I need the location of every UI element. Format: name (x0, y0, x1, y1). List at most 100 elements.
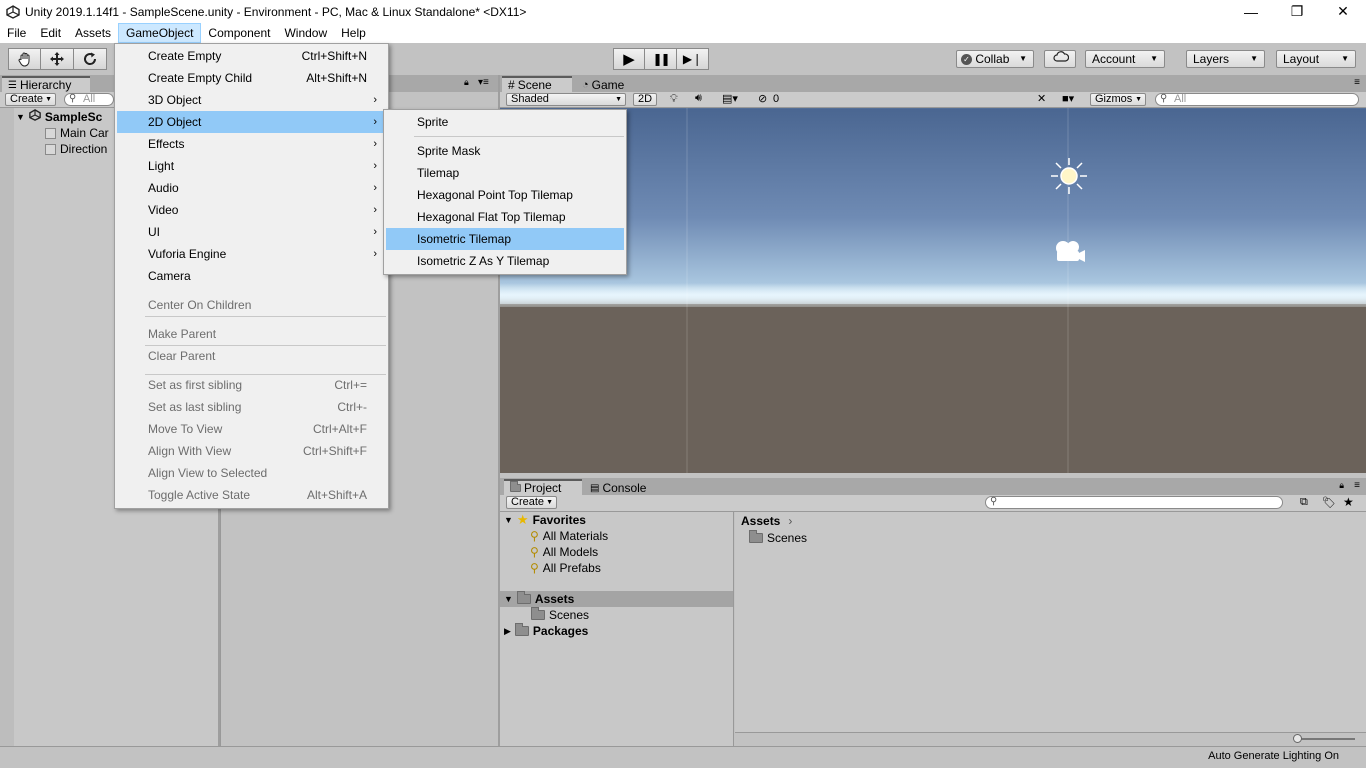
menu-item-effects[interactable]: Effects › (117, 133, 386, 155)
menu-file[interactable]: File (0, 23, 33, 43)
favorite-item[interactable]: ⚲ All Models (530, 544, 598, 560)
menu-item-video[interactable]: Video › (117, 199, 386, 221)
expand-arrow-icon[interactable]: ▼ (504, 512, 513, 528)
project-search-input[interactable]: ⚲ (985, 496, 1283, 509)
menu-item-shortcut: Ctrl+= (334, 378, 367, 392)
submenu-item-tilemap[interactable]: Tilemap (386, 162, 624, 184)
project-create-dropdown[interactable]: Create ▼ (506, 496, 557, 509)
menu-item-set-as-first-sibling[interactable]: Set as first sibling Ctrl+= (117, 374, 386, 396)
menu-item-3d-object[interactable]: 3D Object › (117, 89, 386, 111)
filter-by-type-icon[interactable]: ⧉ (1300, 496, 1308, 509)
menu-item-camera[interactable]: Camera (117, 265, 386, 287)
play-button[interactable]: ▶ (613, 48, 645, 70)
panel-menu-icon[interactable]: ▾≡ (478, 77, 489, 88)
menu-item-label: Make Parent (148, 327, 217, 341)
hand-tool-icon[interactable] (8, 48, 41, 70)
menu-item-create-empty-child[interactable]: Create Empty Child Alt+Shift+N (117, 67, 386, 89)
lock-icon[interactable]: 🔒︎ (1339, 480, 1344, 491)
pause-button[interactable]: ❚❚ (645, 48, 677, 70)
menu-item-light[interactable]: Light › (117, 155, 386, 177)
menu-item-center-on-children[interactable]: Center On Children (117, 294, 386, 316)
layout-dropdown[interactable]: Layout ▼ (1276, 50, 1356, 68)
breadcrumb[interactable]: Assets › (741, 513, 792, 529)
menu-item-ui[interactable]: UI › (117, 221, 386, 243)
slider-handle[interactable] (1293, 734, 1302, 743)
tab-scene[interactable]: # Scene (502, 76, 572, 92)
toggle-2d-button[interactable]: 2D (633, 93, 657, 106)
tab-hierarchy[interactable]: ☰ Hierarchy (2, 76, 90, 92)
menu-component[interactable]: Component (201, 23, 277, 43)
filter-by-label-icon[interactable]: 🏷︎ (1322, 496, 1336, 509)
tab-project[interactable]: Project (504, 479, 582, 495)
scenes-folder-row[interactable]: Scenes (531, 607, 589, 623)
rotate-tool-icon[interactable] (74, 48, 107, 70)
effects-icon[interactable]: ▤▾ (722, 92, 738, 105)
favorite-item[interactable]: ⚲ All Prefabs (530, 560, 601, 576)
tab-game[interactable]: ◔ Game (576, 76, 640, 92)
favorites-row[interactable]: ▼ ★ Favorites (504, 512, 586, 528)
panel-menu-icon[interactable]: ≡ (1354, 77, 1360, 88)
hierarchy-item[interactable]: Main Car (45, 125, 109, 141)
menu-item-2d-object[interactable]: 2D Object › (117, 111, 386, 133)
submenu-item-hexagonal-flat-top-tilemap[interactable]: Hexagonal Flat Top Tilemap (386, 206, 624, 228)
tab-console[interactable]: ▤ Console (584, 479, 664, 495)
directional-light-icon[interactable] (1049, 156, 1089, 196)
favorite-item[interactable]: ⚲ All Materials (530, 528, 608, 544)
menu-item-clear-parent[interactable]: Clear Parent (117, 345, 386, 367)
menu-item-move-to-view[interactable]: Move To View Ctrl+Alt+F (117, 418, 386, 440)
menu-item-align-with-view[interactable]: Align With View Ctrl+Shift+F (117, 440, 386, 462)
assets-folder-row[interactable]: ▼ Assets (500, 591, 733, 607)
menu-item-align-view-to-selected[interactable]: Align View to Selected (117, 462, 386, 484)
scene-row[interactable]: ▼ SampleSc (16, 109, 102, 125)
close-button[interactable]: ✕ (1320, 0, 1366, 23)
icon-size-slider[interactable] (1293, 734, 1355, 743)
expand-arrow-icon[interactable]: ▼ (16, 109, 25, 125)
step-button[interactable]: ▶❘ (677, 48, 709, 70)
lock-icon[interactable]: 🔒︎ (464, 77, 469, 88)
menu-item-make-parent[interactable]: Make Parent (117, 323, 386, 345)
hierarchy-create-dropdown[interactable]: Create ▼ (5, 93, 56, 106)
hidden-objects-icon[interactable]: ⊘ (758, 92, 767, 105)
menu-item-toggle-active-state[interactable]: Toggle Active State Alt+Shift+A (117, 484, 386, 506)
cloud-button[interactable] (1044, 50, 1076, 68)
expand-arrow-icon[interactable]: ▼ (504, 591, 513, 607)
layers-dropdown[interactable]: Layers ▼ (1186, 50, 1265, 68)
submenu-item-sprite[interactable]: Sprite (386, 111, 624, 133)
panel-menu-icon[interactable]: ≡ (1354, 480, 1360, 491)
collab-dropdown[interactable]: ✓ Collab ▼ (956, 50, 1034, 68)
tools-icon[interactable]: ✕ (1037, 92, 1046, 105)
camera-icon[interactable]: ■▾ (1062, 92, 1074, 105)
audio-icon[interactable]: 🔊︎ (695, 92, 702, 105)
submenu-item-isometric-tilemap[interactable]: Isometric Tilemap (386, 228, 624, 250)
menu-item-vuforia-engine[interactable]: Vuforia Engine › (117, 243, 386, 265)
camera-gizmo-icon[interactable] (1051, 239, 1087, 267)
submenu-item-hexagonal-point-top-tilemap[interactable]: Hexagonal Point Top Tilemap (386, 184, 624, 206)
menu-item-audio[interactable]: Audio › (117, 177, 386, 199)
menu-item-set-as-last-sibling[interactable]: Set as last sibling Ctrl+- (117, 396, 386, 418)
hierarchy-search-input[interactable]: ⚲ All (64, 93, 114, 106)
menu-edit[interactable]: Edit (33, 23, 68, 43)
minimize-button[interactable]: — (1228, 0, 1274, 23)
packages-folder-row[interactable]: ▶ Packages (504, 623, 588, 639)
restore-button[interactable]: ❐ (1274, 0, 1320, 23)
panel-divider[interactable] (500, 473, 1366, 478)
menu-gameobject[interactable]: GameObject (118, 23, 202, 43)
favorites-star-icon[interactable]: ★ (1343, 495, 1354, 509)
scene-search-input[interactable]: ⚲ All (1155, 93, 1359, 106)
menu-item-label: Vuforia Engine (148, 247, 227, 261)
menu-item-create-empty[interactable]: Create Empty Ctrl+Shift+N (117, 45, 386, 67)
hierarchy-item[interactable]: Direction (45, 141, 107, 157)
lighting-icon[interactable]: 💡︎ (670, 93, 678, 106)
gizmos-dropdown[interactable]: Gizmos ▼ (1090, 93, 1146, 106)
move-tool-icon[interactable] (41, 48, 74, 70)
submenu-item-isometric-z-as-y-tilemap[interactable]: Isometric Z As Y Tilemap (386, 250, 624, 272)
folder-item[interactable]: Scenes (749, 530, 807, 546)
menu-help[interactable]: Help (334, 23, 373, 43)
scene-viewport[interactable] (500, 108, 1366, 473)
account-dropdown[interactable]: Account ▼ (1085, 50, 1165, 68)
shading-mode-dropdown[interactable]: Shaded ▼ (506, 93, 626, 106)
menu-assets[interactable]: Assets (68, 23, 118, 43)
expand-arrow-icon[interactable]: ▶ (504, 623, 511, 639)
menu-window[interactable]: Window (277, 23, 334, 43)
submenu-item-sprite-mask[interactable]: Sprite Mask (386, 140, 624, 162)
